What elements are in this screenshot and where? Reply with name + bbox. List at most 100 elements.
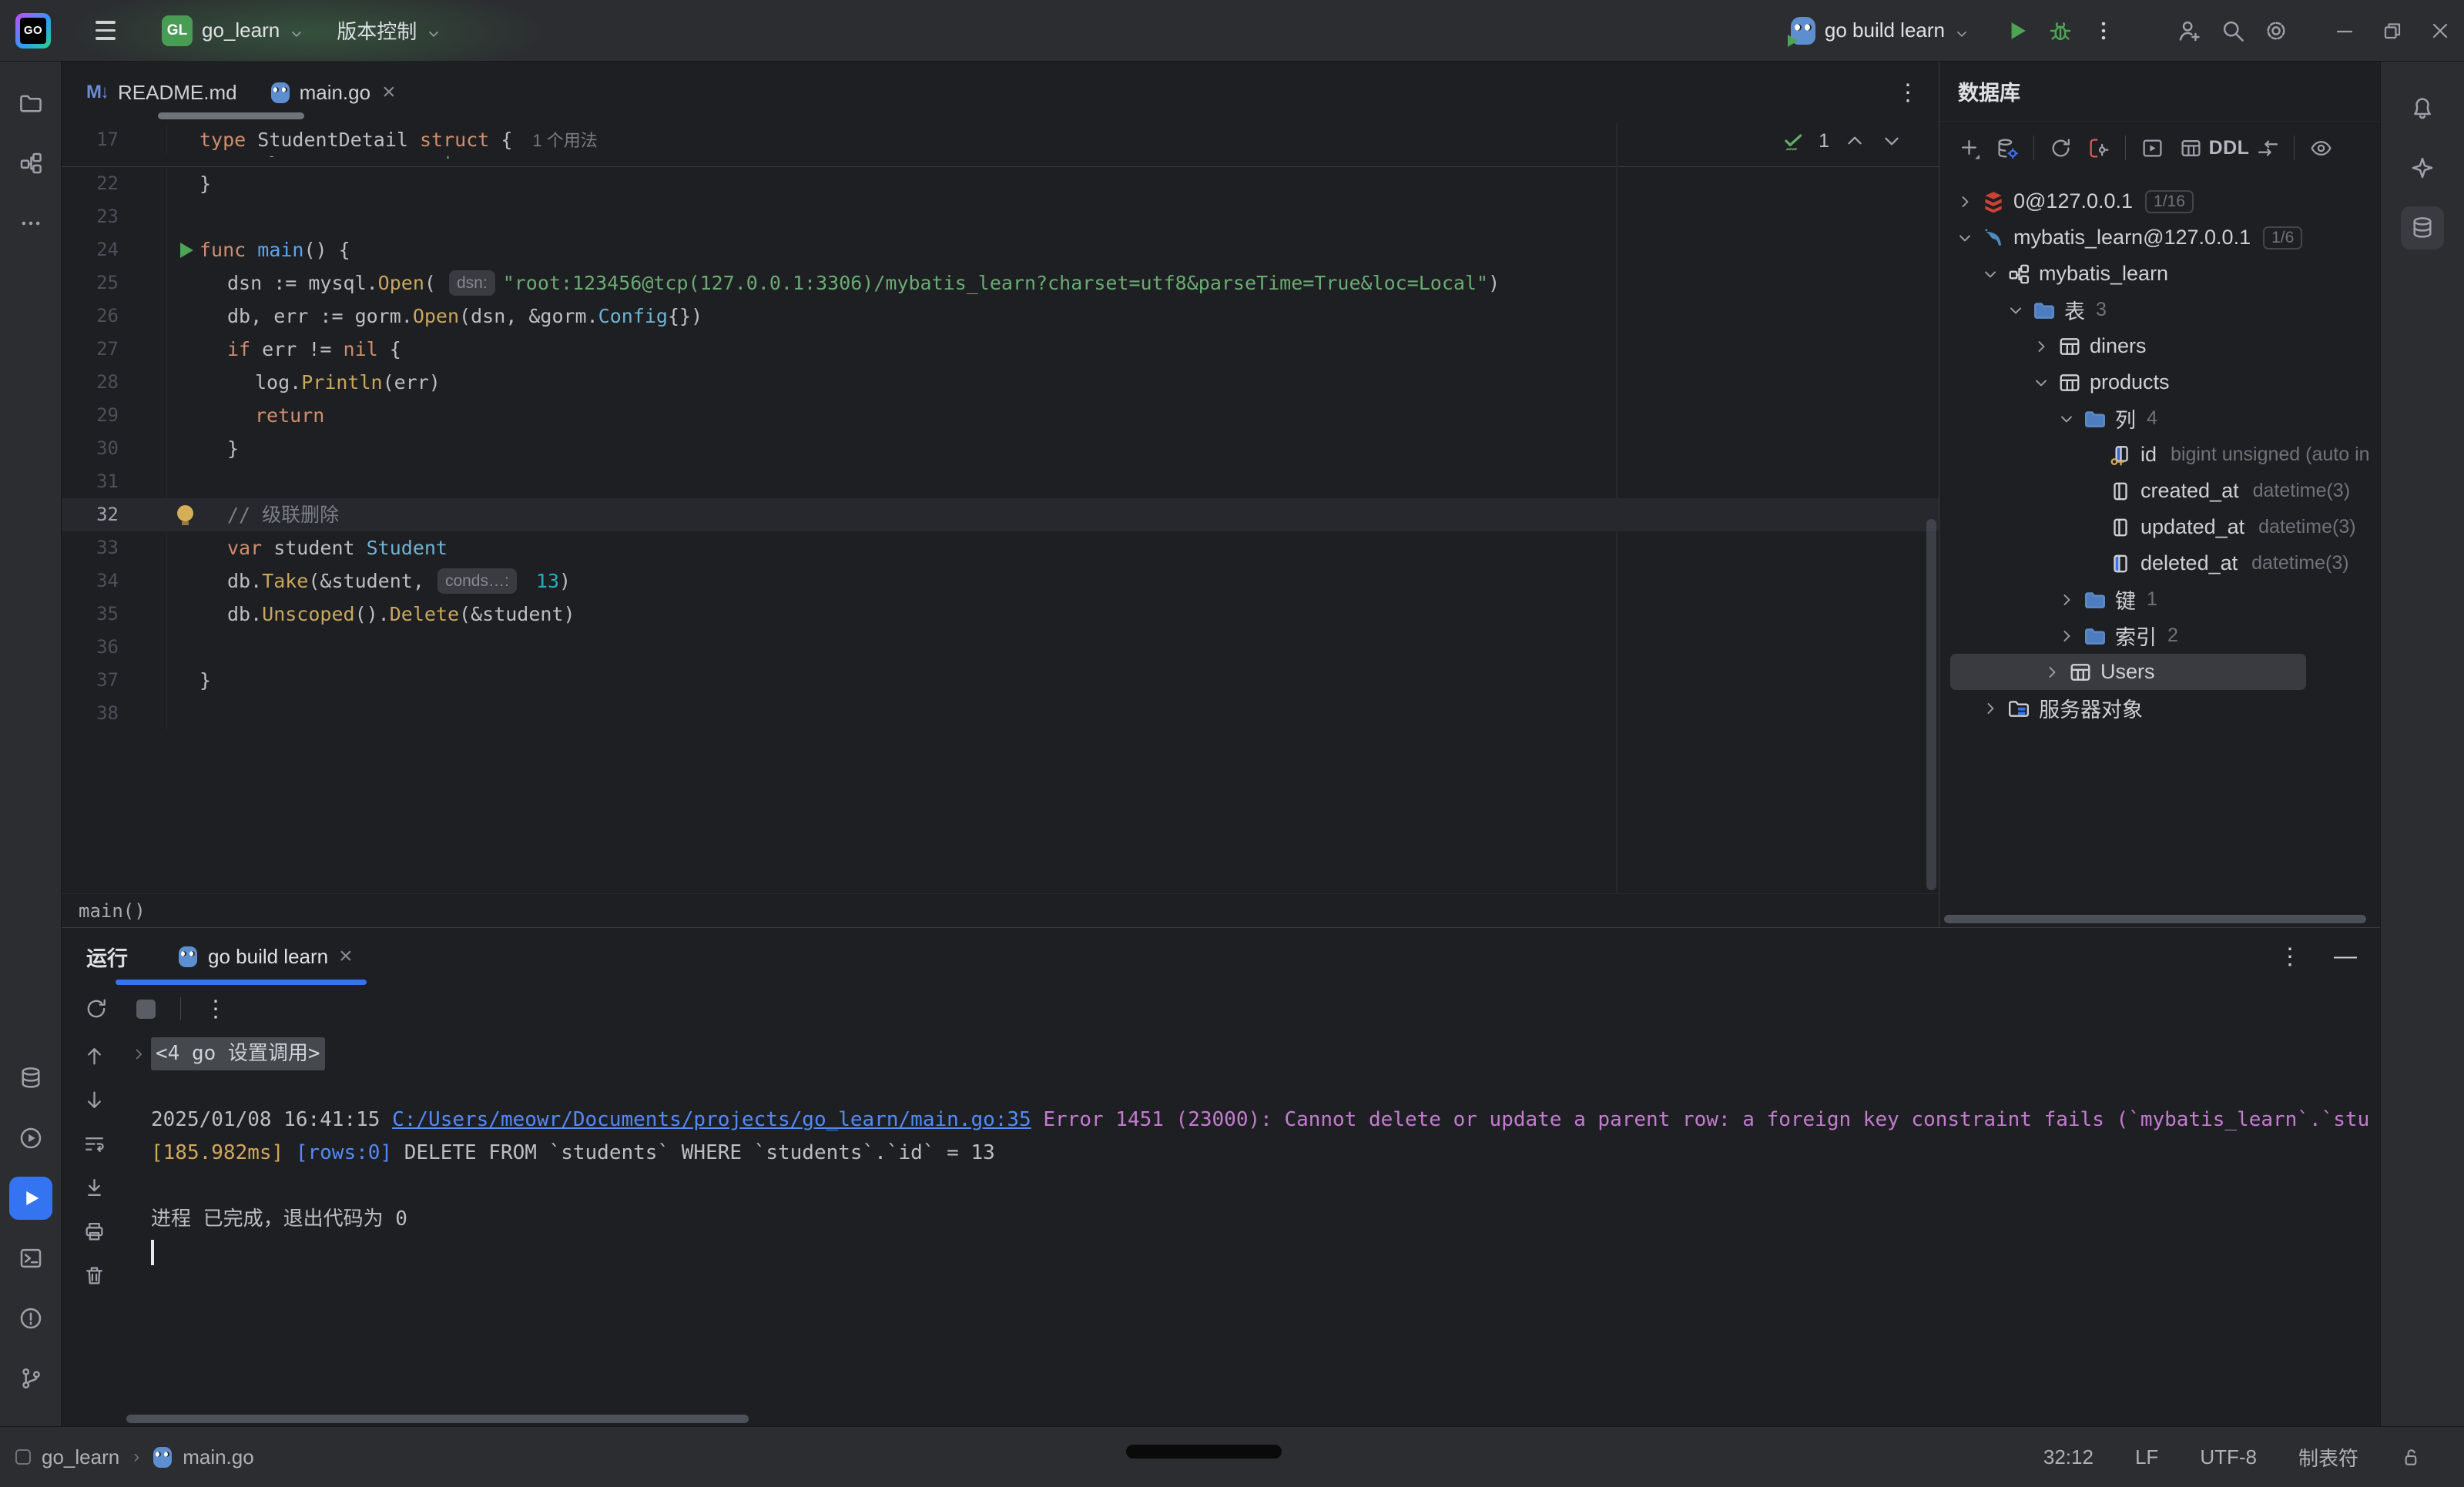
next-problem-icon[interactable] [1880,129,1903,152]
chevron-right-icon[interactable] [2039,663,2065,682]
line-separator-widget[interactable]: LF [2135,1445,2158,1469]
console-scrollbar[interactable] [126,1415,749,1423]
line-number[interactable]: 32 [62,498,166,531]
tree-item-服务器对象[interactable]: 服务器对象 [1939,690,2380,726]
run-button[interactable] [9,1177,52,1220]
code-line[interactable]: 33var student Student [62,531,1939,564]
tree-item-索引[interactable]: 索引2 [1939,618,2380,654]
main-menu-button[interactable] [79,9,140,52]
tab-README.md[interactable]: M↓README.md [69,62,254,123]
usage-hint[interactable]: 1 个用法 [532,131,597,150]
code-line[interactable]: 27if err != nil { [62,333,1939,366]
scroll-to-end-button[interactable] [77,1171,111,1204]
ddl-button[interactable]: DDL [2211,129,2248,166]
data-source-properties-button[interactable] [1989,129,2026,166]
intention-bulb-gutter[interactable] [174,498,210,531]
statusbar-file[interactable]: main.go [183,1445,254,1469]
restore-button[interactable] [2368,9,2416,52]
line-number[interactable]: 33 [62,531,166,564]
code-line[interactable]: 30} [62,432,1939,465]
code-line[interactable]: 25dsn := mysql.Open( dsn:"root:123456@tc… [62,266,1939,300]
tree-item-mybatis_learn@127.0.0.1[interactable]: mybatis_learn@127.0.0.11/6 [1939,219,2380,256]
line-number[interactable]: 25 [62,266,166,300]
run-button[interactable] [1996,9,2039,52]
parameter-hint[interactable]: conds…: [437,568,517,594]
line-number[interactable]: 35 [62,598,166,631]
project-button[interactable] [9,82,52,125]
tree-item-表[interactable]: 表3 [1939,292,2380,328]
problems-button[interactable] [9,1297,52,1340]
chevron-right-icon[interactable] [2053,627,2080,645]
chevron-right-icon[interactable] [1952,193,1978,211]
code-line[interactable]: 35db.Unscoped().Delete(&student) [62,598,1939,631]
sticky-header-line[interactable]: 17type StudentDetail struct {1 个用法}"| [62,123,1939,167]
line-number[interactable]: 37 [62,664,166,697]
console-gutter[interactable] [126,1037,151,1070]
line-number[interactable]: 23 [62,200,166,233]
preview-button[interactable] [2302,129,2339,166]
more-actions-button[interactable] [2082,9,2125,52]
chevron-right-icon[interactable] [2028,337,2054,356]
chevron-down-icon[interactable] [1977,265,2003,283]
tree-item-diners[interactable]: diners [1939,328,2380,364]
tree-item-deleted_at[interactable]: deleted_atdatetime(3) [1939,545,2380,581]
sticky-code-line[interactable]: 17type StudentDetail struct {1 个用法 [62,123,1939,156]
previous-problem-icon[interactable] [1843,129,1866,152]
database-button[interactable] [2401,206,2444,250]
project-widget[interactable]: GL go_learn [151,9,315,52]
code-with-me-button[interactable] [2168,9,2211,52]
run-tab[interactable]: go build learn × [165,928,367,985]
code-line[interactable]: 24func main() { [62,233,1939,266]
disconnect-button[interactable] [2080,129,2117,166]
line-number[interactable]: 26 [62,300,166,333]
run-configuration-selector[interactable]: go build learn [1791,17,1970,45]
tree-item-列[interactable]: 列4 [1939,400,2380,437]
breadcrumb[interactable]: main() [62,893,1939,927]
new-item-button[interactable] [1950,129,1987,166]
rerun-button[interactable] [79,991,114,1026]
line-number[interactable]: 36 [62,631,166,664]
code-line[interactable]: 23 [62,200,1939,233]
soft-wrap-button[interactable] [77,1127,111,1160]
line-number[interactable]: 22 [62,167,166,200]
tree-item-键[interactable]: 键1 [1939,581,2380,618]
run-more-button[interactable]: ⋮ [198,991,233,1026]
database-scrollbar[interactable] [1944,915,2366,923]
structure-button[interactable] [9,142,52,185]
tree-item-mybatis_learn[interactable]: mybatis_learn [1939,256,2380,292]
code-line[interactable]: 34db.Take(&student, conds…: 13) [62,564,1939,598]
code-line[interactable]: 38 [62,697,1939,730]
chevron-down-icon[interactable] [2053,410,2080,428]
stop-button[interactable] [128,991,163,1026]
search-everywhere-button[interactable] [2211,9,2254,52]
chevron-down-icon[interactable] [2003,301,2029,320]
database-tool-button[interactable] [9,1057,52,1100]
encoding-widget[interactable]: UTF-8 [2200,1445,2257,1469]
code-line[interactable]: 26db, err := gorm.Open(dsn, &gorm.Config… [62,300,1939,333]
more-button[interactable] [9,202,52,245]
readonly-toggle[interactable] [2400,1447,2421,1468]
tree-item-created_at[interactable]: created_atdatetime(3) [1939,473,2380,509]
code-line[interactable]: 36 [62,631,1939,664]
close-tab-icon[interactable]: × [382,79,396,105]
code-line[interactable]: 22} [62,167,1939,200]
tab-main.go[interactable]: main.go× [254,62,413,123]
tree-item-0@127.0.0.1[interactable]: 0@127.0.0.11/16 [1939,183,2380,219]
chevron-down-icon[interactable] [1952,229,1978,247]
line-number[interactable]: 28 [62,366,166,399]
parameter-hint[interactable]: dsn: [449,270,495,296]
code-line[interactable]: 32// 级联删除 [62,498,1939,531]
chevron-right-icon[interactable] [1977,699,2003,718]
debug-button[interactable] [2039,9,2082,52]
arrow-up-button[interactable] [77,1039,111,1073]
code-editor[interactable]: 22}2324func main() {25dsn := mysql.Open(… [62,167,1939,730]
jump-to-ddl-button[interactable] [2249,129,2286,166]
version-control-button[interactable] [9,1357,52,1400]
tree-item-products[interactable]: products [1939,364,2380,400]
code-line[interactable]: 37} [62,664,1939,697]
editor-options-button[interactable]: ⋮ [1891,75,1925,109]
line-number[interactable]: 29 [62,399,166,432]
chevron-down-icon[interactable] [2028,373,2054,392]
indent-widget[interactable]: 制表符 [2298,1443,2358,1472]
services-button[interactable] [9,1117,52,1160]
